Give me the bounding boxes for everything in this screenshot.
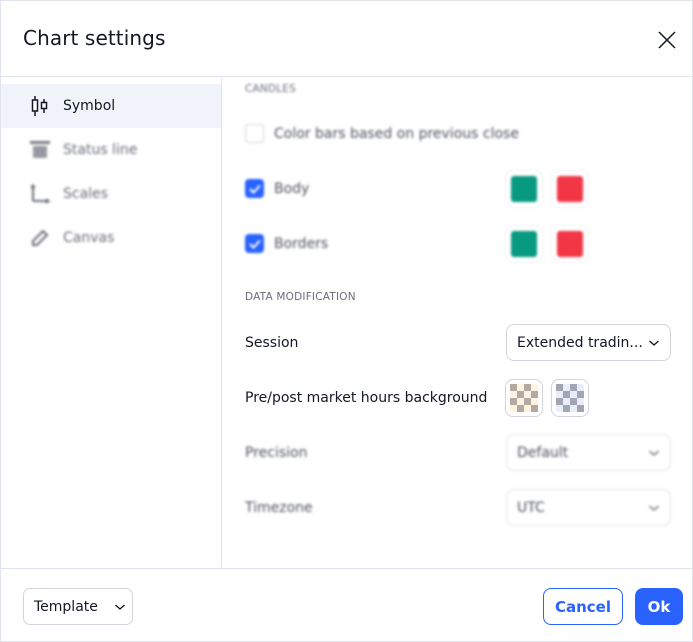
session-label: Session (245, 335, 299, 351)
chevron-down-icon (644, 339, 664, 347)
sidebar-item-symbol[interactable]: Symbol (1, 84, 221, 128)
body-label: Body (274, 180, 310, 197)
sidebar: Symbol Status line Scales Canvas (1, 78, 222, 568)
pre-post-row: Pre/post market hours background (245, 390, 670, 406)
color-bars-label: Color bars based on previous close (274, 125, 519, 142)
body-up-color-swatch[interactable] (505, 170, 543, 208)
candles-icon (29, 95, 51, 117)
scales-icon (29, 183, 51, 205)
sidebar-item-scales[interactable]: Scales (1, 172, 221, 216)
timezone-label: Timezone (245, 500, 313, 516)
dialog-footer: Template Cancel Ok (1, 568, 692, 641)
borders-checkbox[interactable] (245, 234, 264, 253)
status-line-icon (29, 139, 51, 161)
sidebar-item-label: Scales (63, 186, 108, 202)
timezone-select[interactable]: UTC (506, 489, 671, 526)
close-button[interactable] (653, 26, 681, 54)
chevron-down-icon (114, 603, 126, 611)
session-value: Extended tradin... (517, 334, 643, 351)
sidebar-item-label: Status line (63, 142, 138, 158)
precision-value: Default (517, 444, 569, 461)
chevron-down-icon (644, 504, 664, 512)
body-row: Body (245, 179, 670, 198)
section-title-candles: CANDLES (245, 83, 297, 95)
sidebar-item-status-line[interactable]: Status line (1, 128, 221, 172)
precision-label: Precision (245, 445, 308, 461)
chevron-down-icon (644, 449, 664, 457)
borders-down-color-swatch[interactable] (551, 225, 589, 263)
sidebar-item-canvas[interactable]: Canvas (1, 216, 221, 260)
pre-post-label: Pre/post market hours background (245, 390, 488, 406)
borders-row: Borders (245, 234, 670, 253)
pencil-icon (29, 227, 51, 249)
close-icon (658, 31, 676, 49)
session-select[interactable]: Extended tradin... (506, 324, 671, 361)
color-bars-row: Color bars based on previous close (245, 124, 670, 143)
precision-select[interactable]: Default (506, 434, 671, 471)
body-down-color-swatch[interactable] (551, 170, 589, 208)
dialog-header: Chart settings (1, 1, 692, 77)
post-market-color-swatch[interactable] (551, 379, 589, 417)
template-label: Template (34, 598, 98, 615)
color-bars-checkbox[interactable] (245, 124, 264, 143)
checkmark-icon (248, 184, 261, 194)
sidebar-item-label: Symbol (63, 98, 116, 114)
pre-market-color-swatch[interactable] (505, 379, 543, 417)
borders-label: Borders (274, 235, 329, 252)
body-checkbox[interactable] (245, 179, 264, 198)
chart-settings-dialog: Chart settings Symbol Status line Scales… (0, 0, 693, 642)
sidebar-item-label: Canvas (63, 230, 115, 246)
template-dropdown[interactable]: Template (23, 588, 133, 625)
timezone-value: UTC (517, 499, 545, 516)
borders-up-color-swatch[interactable] (505, 225, 543, 263)
section-title-data-modification: DATA MODIFICATION (245, 291, 356, 303)
dialog-title: Chart settings (23, 26, 166, 50)
ok-button[interactable]: Ok (635, 588, 683, 625)
checkmark-icon (248, 239, 261, 249)
settings-content: CANDLES Color bars based on previous clo… (223, 78, 692, 568)
cancel-button[interactable]: Cancel (543, 588, 623, 625)
